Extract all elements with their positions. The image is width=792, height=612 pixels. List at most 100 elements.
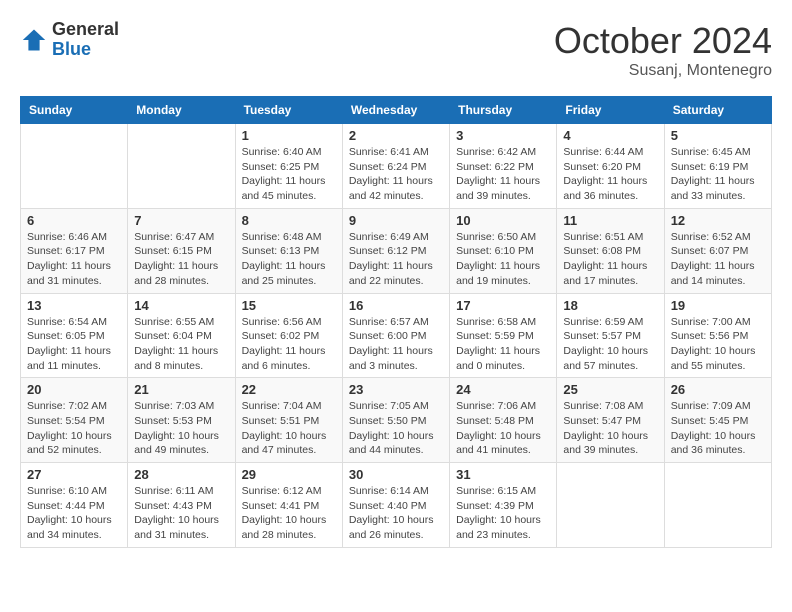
day-info: Sunrise: 6:50 AMSunset: 6:10 PMDaylight:…: [456, 230, 550, 289]
day-number: 11: [563, 213, 657, 228]
table-row: 29 Sunrise: 6:12 AMSunset: 4:41 PMDayligh…: [235, 463, 342, 548]
day-info: Sunrise: 7:02 AMSunset: 5:54 PMDaylight:…: [27, 399, 121, 458]
day-number: 16: [349, 298, 443, 313]
day-number: 10: [456, 213, 550, 228]
day-info: Sunrise: 6:51 AMSunset: 6:08 PMDaylight:…: [563, 230, 657, 289]
day-number: 9: [349, 213, 443, 228]
table-row: 30 Sunrise: 6:14 AMSunset: 4:40 PMDayligh…: [342, 463, 449, 548]
day-number: 26: [671, 382, 765, 397]
day-info: Sunrise: 6:55 AMSunset: 6:04 PMDaylight:…: [134, 315, 228, 374]
table-row: 6Sunrise: 6:46 AMSunset: 6:17 PMDaylight…: [21, 208, 128, 293]
table-row: 18 Sunrise: 6:59 AMSunset: 5:57 PMDayligh…: [557, 293, 664, 378]
calendar-week-row: 13Sunrise: 6:54 AMSunset: 6:05 PMDayligh…: [21, 293, 772, 378]
col-friday: Friday: [557, 97, 664, 124]
day-number: 1: [242, 128, 336, 143]
table-row: 10 Sunrise: 6:50 AMSunset: 6:10 PMDayligh…: [450, 208, 557, 293]
day-info: Sunrise: 6:15 AMSunset: 4:39 PMDaylight:…: [456, 484, 550, 543]
logo-icon: [20, 26, 48, 54]
calendar-header-row: Sunday Monday Tuesday Wednesday Thursday…: [21, 97, 772, 124]
day-info: Sunrise: 6:10 AMSunset: 4:44 PMDaylight:…: [27, 484, 121, 543]
day-number: 29: [242, 467, 336, 482]
table-row: 23 Sunrise: 7:05 AMSunset: 5:50 PMDayligh…: [342, 378, 449, 463]
col-monday: Monday: [128, 97, 235, 124]
day-number: 12: [671, 213, 765, 228]
table-row: 19 Sunrise: 7:00 AMSunset: 5:56 PMDayligh…: [664, 293, 771, 378]
day-number: 15: [242, 298, 336, 313]
day-number: 18: [563, 298, 657, 313]
day-info: Sunrise: 6:48 AMSunset: 6:13 PMDaylight:…: [242, 230, 336, 289]
day-number: 23: [349, 382, 443, 397]
col-tuesday: Tuesday: [235, 97, 342, 124]
day-info: Sunrise: 6:12 AMSunset: 4:41 PMDaylight:…: [242, 484, 336, 543]
day-info: Sunrise: 6:52 AMSunset: 6:07 PMDaylight:…: [671, 230, 765, 289]
day-number: 19: [671, 298, 765, 313]
table-row: 28 Sunrise: 6:11 AMSunset: 4:43 PMDayligh…: [128, 463, 235, 548]
day-number: 3: [456, 128, 550, 143]
table-row: 2Sunrise: 6:41 AMSunset: 6:24 PMDaylight…: [342, 124, 449, 209]
table-row: 22Sunrise: 7:04 AMSunset: 5:51 PMDayligh…: [235, 378, 342, 463]
day-info: Sunrise: 7:05 AMSunset: 5:50 PMDaylight:…: [349, 399, 443, 458]
location-subtitle: Susanj, Montenegro: [554, 62, 772, 80]
table-row: 15 Sunrise: 6:56 AMSunset: 6:02 PMDayligh…: [235, 293, 342, 378]
table-row: 9 Sunrise: 6:49 AMSunset: 6:12 PMDaylight…: [342, 208, 449, 293]
table-row: 16 Sunrise: 6:57 AMSunset: 6:00 PMDayligh…: [342, 293, 449, 378]
day-number: 30: [349, 467, 443, 482]
title-block: October 2024 Susanj, Montenegro: [554, 20, 772, 80]
table-row: 21Sunrise: 7:03 AMSunset: 5:53 PMDayligh…: [128, 378, 235, 463]
logo-text: General Blue: [52, 20, 119, 60]
table-row: 8 Sunrise: 6:48 AMSunset: 6:13 PMDaylight…: [235, 208, 342, 293]
day-info: Sunrise: 6:47 AMSunset: 6:15 PMDaylight:…: [134, 230, 228, 289]
logo-general-text: General: [52, 20, 119, 40]
table-row: 1 Sunrise: 6:40 AMSunset: 6:25 PMDaylight…: [235, 124, 342, 209]
day-info: Sunrise: 6:40 AMSunset: 6:25 PMDaylight:…: [242, 145, 336, 204]
table-row: 5 Sunrise: 6:45 AMSunset: 6:19 PMDaylight…: [664, 124, 771, 209]
day-info: Sunrise: 6:45 AMSunset: 6:19 PMDaylight:…: [671, 145, 765, 204]
table-row: [664, 463, 771, 548]
table-row: 12 Sunrise: 6:52 AMSunset: 6:07 PMDayligh…: [664, 208, 771, 293]
calendar-table: Sunday Monday Tuesday Wednesday Thursday…: [20, 96, 772, 548]
day-info: Sunrise: 6:59 AMSunset: 5:57 PMDaylight:…: [563, 315, 657, 374]
table-row: 26 Sunrise: 7:09 AMSunset: 5:45 PMDayligh…: [664, 378, 771, 463]
day-number: 25: [563, 382, 657, 397]
table-row: 20Sunrise: 7:02 AMSunset: 5:54 PMDayligh…: [21, 378, 128, 463]
col-sunday: Sunday: [21, 97, 128, 124]
day-info: Sunrise: 7:04 AMSunset: 5:51 PMDaylight:…: [242, 399, 336, 458]
day-info: Sunrise: 6:57 AMSunset: 6:00 PMDaylight:…: [349, 315, 443, 374]
day-info: Sunrise: 6:44 AMSunset: 6:20 PMDaylight:…: [563, 145, 657, 204]
day-number: 6: [27, 213, 121, 228]
day-info: Sunrise: 6:42 AMSunset: 6:22 PMDaylight:…: [456, 145, 550, 204]
calendar-week-row: 1 Sunrise: 6:40 AMSunset: 6:25 PMDaylight…: [21, 124, 772, 209]
day-info: Sunrise: 7:06 AMSunset: 5:48 PMDaylight:…: [456, 399, 550, 458]
day-info: Sunrise: 7:00 AMSunset: 5:56 PMDaylight:…: [671, 315, 765, 374]
calendar-week-row: 6Sunrise: 6:46 AMSunset: 6:17 PMDaylight…: [21, 208, 772, 293]
day-number: 24: [456, 382, 550, 397]
table-row: 7Sunrise: 6:47 AMSunset: 6:15 PMDaylight…: [128, 208, 235, 293]
table-row: 31Sunrise: 6:15 AMSunset: 4:39 PMDayligh…: [450, 463, 557, 548]
month-title: October 2024: [554, 20, 772, 62]
calendar-week-row: 20Sunrise: 7:02 AMSunset: 5:54 PMDayligh…: [21, 378, 772, 463]
day-info: Sunrise: 6:49 AMSunset: 6:12 PMDaylight:…: [349, 230, 443, 289]
header: General Blue October 2024 Susanj, Monten…: [20, 20, 772, 80]
day-info: Sunrise: 6:58 AMSunset: 5:59 PMDaylight:…: [456, 315, 550, 374]
day-number: 27: [27, 467, 121, 482]
table-row: [128, 124, 235, 209]
day-info: Sunrise: 7:09 AMSunset: 5:45 PMDaylight:…: [671, 399, 765, 458]
day-info: Sunrise: 6:56 AMSunset: 6:02 PMDaylight:…: [242, 315, 336, 374]
table-row: [21, 124, 128, 209]
day-info: Sunrise: 6:11 AMSunset: 4:43 PMDaylight:…: [134, 484, 228, 543]
logo: General Blue: [20, 20, 119, 60]
col-wednesday: Wednesday: [342, 97, 449, 124]
day-number: 8: [242, 213, 336, 228]
table-row: 24 Sunrise: 7:06 AMSunset: 5:48 PMDayligh…: [450, 378, 557, 463]
page: General Blue October 2024 Susanj, Monten…: [0, 0, 792, 558]
table-row: 25 Sunrise: 7:08 AMSunset: 5:47 PMDayligh…: [557, 378, 664, 463]
day-number: 14: [134, 298, 228, 313]
calendar-week-row: 27 Sunrise: 6:10 AMSunset: 4:44 PMDayligh…: [21, 463, 772, 548]
day-info: Sunrise: 6:14 AMSunset: 4:40 PMDaylight:…: [349, 484, 443, 543]
table-row: 3 Sunrise: 6:42 AMSunset: 6:22 PMDaylight…: [450, 124, 557, 209]
day-number: 28: [134, 467, 228, 482]
day-number: 13: [27, 298, 121, 313]
day-info: Sunrise: 7:08 AMSunset: 5:47 PMDaylight:…: [563, 399, 657, 458]
day-number: 5: [671, 128, 765, 143]
table-row: 27 Sunrise: 6:10 AMSunset: 4:44 PMDayligh…: [21, 463, 128, 548]
